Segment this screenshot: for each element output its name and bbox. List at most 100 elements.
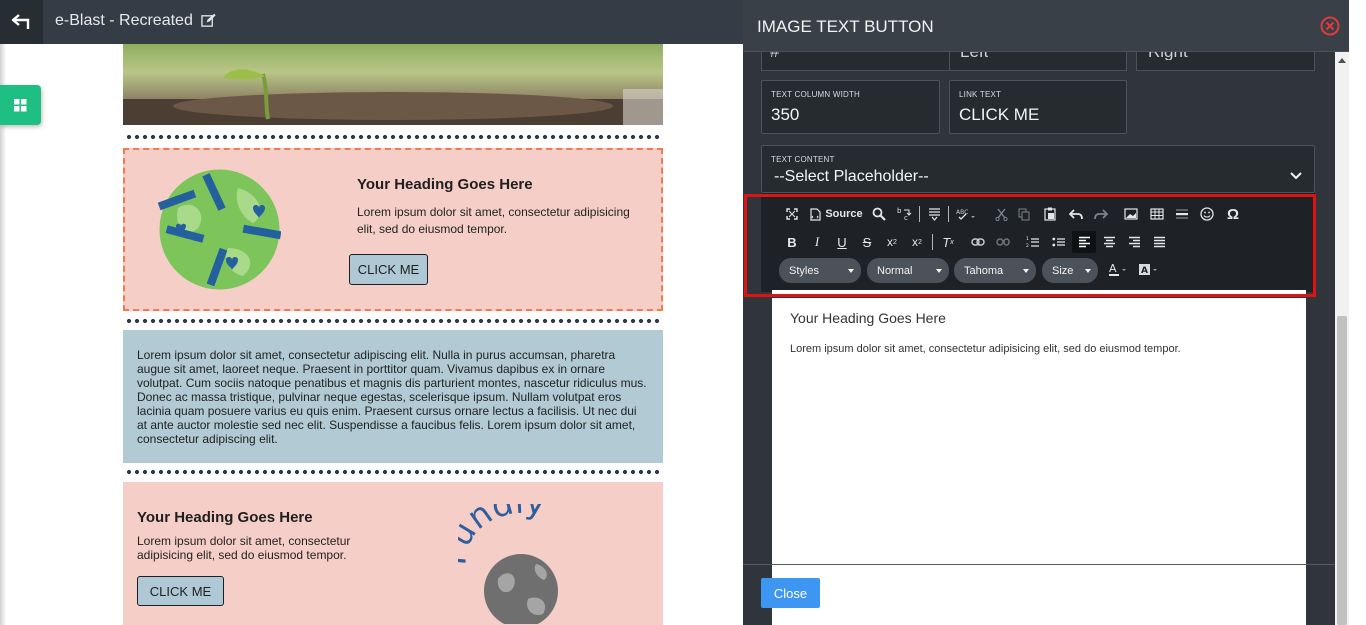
svg-text:2: 2 <box>1026 243 1029 248</box>
svg-text:ABC: ABC <box>956 209 968 216</box>
fundly-logo-icon: Fundly <box>458 504 558 624</box>
undo-icon[interactable] <box>1066 204 1086 224</box>
blocks-menu-button[interactable] <box>0 85 41 125</box>
click-me-button[interactable]: CLICK ME <box>137 576 224 606</box>
bulleted-list-icon[interactable] <box>1049 232 1069 252</box>
left-shadow <box>0 44 6 625</box>
image-text-button-block[interactable]: Your Heading Goes Here Lorem ipsum dolor… <box>123 148 663 311</box>
source-label: Source <box>825 208 863 220</box>
source-icon <box>810 207 821 221</box>
back-arrow-icon <box>11 14 29 29</box>
toolbar-separator <box>919 206 920 222</box>
link-icon[interactable] <box>968 232 988 252</box>
click-me-button[interactable]: CLICK ME <box>349 254 428 285</box>
link-text-field[interactable]: LINK TEXT CLICK ME <box>949 80 1127 134</box>
align-left-icon[interactable] <box>1072 231 1096 253</box>
superscript-icon[interactable]: x2 <box>908 232 926 252</box>
text-image-block[interactable]: Your Heading Goes Here Lorem ipsum dolor… <box>123 482 663 625</box>
underline-icon[interactable]: U <box>833 232 851 252</box>
image-align-partial-text: Left <box>960 52 988 60</box>
bold-icon[interactable]: B <box>783 232 801 252</box>
subscript-icon[interactable]: x2 <box>883 232 901 252</box>
font-combo[interactable]: Tahoma <box>954 258 1036 283</box>
scroll-up-arrow-icon[interactable] <box>1337 56 1347 64</box>
source-button[interactable]: Source <box>809 204 864 224</box>
special-character-icon[interactable]: Ω <box>1223 204 1243 224</box>
grid-icon <box>14 98 27 111</box>
block-text: Lorem ipsum dolor sit amet, consectetur … <box>137 534 351 562</box>
close-button[interactable]: Close <box>761 578 820 608</box>
close-icon[interactable] <box>1320 16 1340 36</box>
chevron-down-icon <box>1085 269 1091 273</box>
dotted-divider <box>123 134 663 140</box>
hero-image[interactable] <box>123 44 663 125</box>
font-combo-label: Tahoma <box>964 264 1004 277</box>
format-combo-label: Normal <box>877 264 913 277</box>
chevron-down-icon <box>1290 172 1302 180</box>
window-edge <box>1349 0 1366 625</box>
redo-icon[interactable] <box>1091 204 1111 224</box>
unlink-icon[interactable] <box>993 232 1013 252</box>
image-icon[interactable] <box>1121 204 1141 224</box>
text-block[interactable]: Lorem ipsum dolor sit amet, consectetur … <box>123 330 663 463</box>
toolbar-separator <box>932 234 933 250</box>
align-center-icon[interactable] <box>1099 232 1119 252</box>
chevron-down-icon <box>848 269 854 273</box>
block-heading: Your Heading Goes Here <box>137 509 313 526</box>
email-canvas: Your Heading Goes Here Lorem ipsum dolor… <box>123 44 663 625</box>
styles-combo-label: Styles <box>789 264 819 277</box>
size-combo-label: Size <box>1052 264 1074 277</box>
italic-icon[interactable]: I <box>808 232 826 252</box>
cut-icon[interactable] <box>992 204 1010 224</box>
justify-icon[interactable] <box>1149 232 1169 252</box>
text-column-width-label: TEXT COLUMN WIDTH <box>771 90 861 99</box>
svg-text:c: c <box>904 214 908 221</box>
find-icon[interactable] <box>870 204 888 224</box>
paste-from-word-icon[interactable] <box>925 204 943 224</box>
remove-format-icon[interactable]: Tx <box>938 232 958 252</box>
back-button[interactable] <box>0 0 43 44</box>
background-color-icon[interactable]: A <box>1136 260 1162 280</box>
text-content-select[interactable]: TEXT CONTENT --Select Placeholder-- <box>761 145 1315 193</box>
panel-title: IMAGE TEXT BUTTON <box>757 17 934 36</box>
editor-top-border <box>772 290 1306 294</box>
svg-text:1: 1 <box>1026 236 1029 242</box>
maximize-icon[interactable] <box>783 204 801 224</box>
paste-icon[interactable] <box>1041 204 1059 224</box>
panel-footer-divider <box>743 564 1350 565</box>
text-color-icon[interactable]: A <box>1106 260 1130 280</box>
svg-text:A: A <box>1109 263 1117 275</box>
smiley-icon[interactable] <box>1197 204 1217 224</box>
svg-text:A: A <box>1141 266 1148 276</box>
globe-hands-icon <box>158 169 281 290</box>
editor-text: Lorem ipsum dolor sit amet, consectetur … <box>790 343 1181 355</box>
text-column-width-field[interactable]: TEXT COLUMN WIDTH 350 <box>761 80 940 134</box>
scrollbar-thumb[interactable] <box>1337 316 1347 625</box>
replace-icon[interactable]: bc <box>894 204 914 224</box>
text-content-label: TEXT CONTENT <box>771 155 835 164</box>
svg-text:b: b <box>897 207 902 215</box>
styles-combo[interactable]: Styles <box>779 258 861 283</box>
edit-icon[interactable] <box>201 13 217 29</box>
top-bar: e-Blast - Recreated <box>0 0 743 44</box>
toolbar-separator <box>948 206 949 222</box>
size-combo[interactable]: Size <box>1042 258 1098 283</box>
link-text-label: LINK TEXT <box>959 90 1002 99</box>
copy-icon[interactable] <box>1015 204 1033 224</box>
numbered-list-icon[interactable]: 12 <box>1023 232 1043 252</box>
spellcheck-icon[interactable]: ABC <box>954 204 978 224</box>
dotted-divider <box>123 318 663 324</box>
block-paragraph: Lorem ipsum dolor sit amet, consectetur … <box>137 348 647 446</box>
chevron-down-icon <box>936 269 942 273</box>
horizontal-line-icon[interactable] <box>1172 204 1192 224</box>
block-text: Lorem ipsum dolor sit amet, consectetur … <box>357 205 630 236</box>
table-icon[interactable] <box>1147 204 1167 224</box>
chevron-down-icon <box>1023 269 1029 273</box>
align-right-icon[interactable] <box>1124 232 1144 252</box>
rich-text-editor[interactable]: Your Heading Goes Here Lorem ipsum dolor… <box>772 298 1306 625</box>
app-title: e-Blast - Recreated <box>55 12 193 29</box>
text-content-value: --Select Placeholder-- <box>774 168 929 185</box>
format-combo[interactable]: Normal <box>867 258 949 283</box>
app-title-wrapper: e-Blast - Recreated <box>55 12 217 30</box>
strikethrough-icon[interactable]: S <box>858 232 876 252</box>
